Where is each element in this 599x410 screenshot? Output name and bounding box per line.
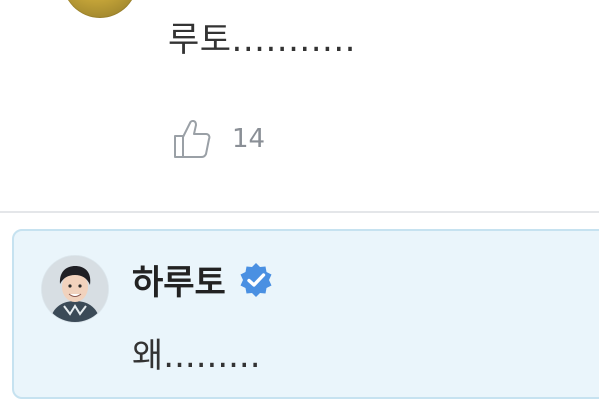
commenter-avatar[interactable] [62,0,138,18]
divider [0,211,599,213]
reply-author-avatar[interactable] [42,256,108,322]
highlighted-reply-card [12,229,599,399]
thumbs-up-icon[interactable] [172,118,212,160]
like-count: 14 [232,124,266,154]
person-photo-icon [42,256,108,322]
comment-thread: 루토........... 14 하루토 왜......... [0,0,599,410]
reply-author-name[interactable]: 하루토 [132,255,226,304]
like-row: 14 [172,118,265,160]
verified-badge-icon [240,262,272,297]
reply-text: 왜......... [132,336,261,376]
comment-text: 루토........... [168,20,356,60]
reply-author-row: 하루토 [132,255,274,304]
